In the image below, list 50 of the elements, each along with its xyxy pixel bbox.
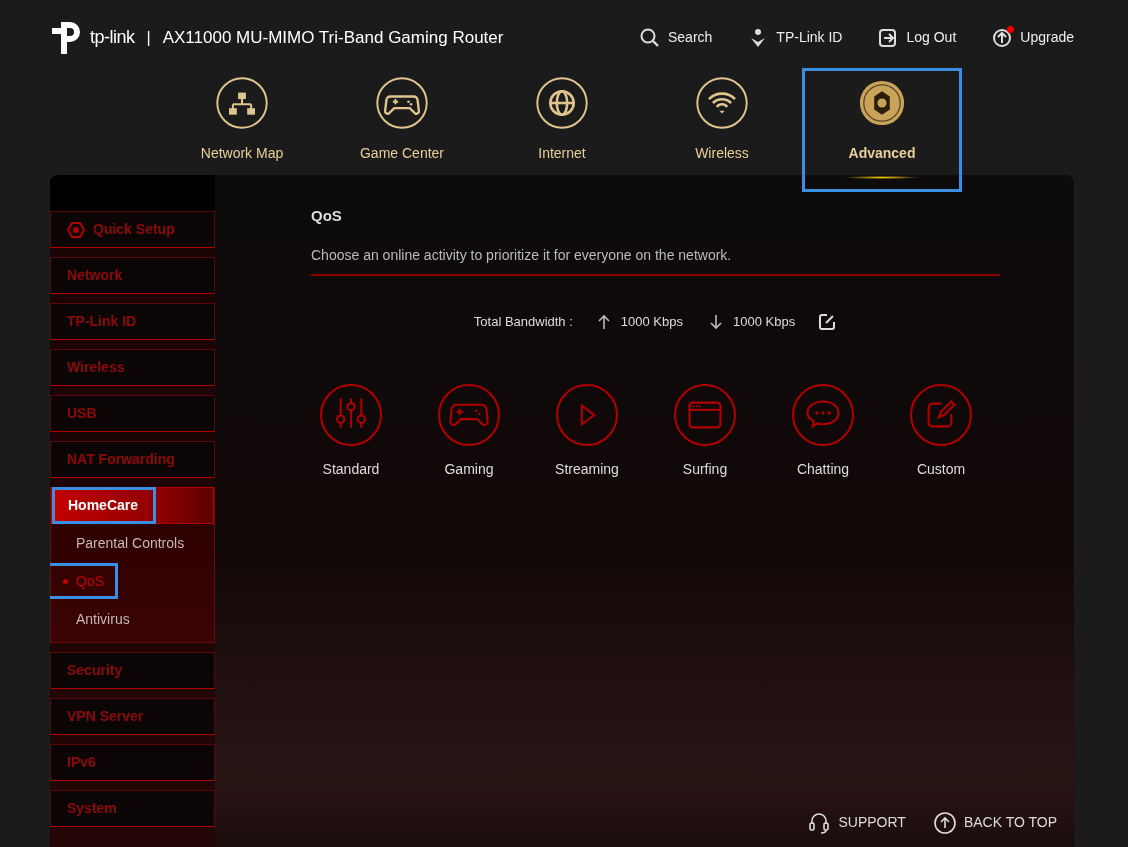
header-link[interactable]: Upgrade	[992, 27, 1074, 48]
download-value: 1000 Kbps	[733, 312, 796, 331]
nav-tab[interactable]: Game Center	[322, 68, 482, 192]
edit-bandwidth-button[interactable]	[817, 311, 838, 332]
hexagon-gear-icon	[67, 220, 85, 239]
upgrade-icon	[992, 27, 1013, 48]
footer-link[interactable]: SUPPORT	[808, 811, 906, 834]
up-circle-icon	[933, 811, 956, 834]
nav-tab[interactable]: Advanced	[802, 68, 962, 192]
edit-icon	[910, 383, 972, 446]
headset-icon	[808, 811, 831, 834]
header-link[interactable]: Search	[640, 27, 713, 48]
network-icon	[216, 77, 268, 129]
header-link[interactable]: TP-Link ID	[748, 27, 843, 48]
down-arrow-icon	[709, 313, 723, 330]
browser-window-icon	[674, 383, 736, 446]
sidebar-item[interactable]: HomeCare	[51, 487, 214, 524]
page-description: Choose an online activity to prioritize it for everyone on the network.	[311, 244, 1000, 276]
globe-icon	[536, 77, 588, 129]
bandwidth-label: Total Bandwidth :	[473, 312, 573, 331]
qos-mode-option[interactable]: Standard	[292, 383, 410, 480]
logo-text: tp-link	[90, 26, 135, 49]
submenu-item[interactable]: Parental Controls	[51, 524, 199, 562]
qos-mode-option[interactable]: Surfing	[646, 383, 764, 480]
page-title: QoS	[311, 206, 343, 226]
tab-underline	[846, 176, 918, 179]
sliders-icon	[320, 383, 382, 446]
edit-icon	[817, 311, 838, 332]
nav-tab[interactable]: Wireless	[642, 68, 802, 192]
play-icon	[556, 383, 618, 446]
logout-icon	[878, 27, 899, 48]
footer-link[interactable]: BACK TO TOP	[933, 811, 1057, 834]
qos-mode-option[interactable]: Custom	[882, 383, 1000, 480]
up-arrow-icon	[596, 313, 611, 330]
search-icon	[640, 27, 660, 48]
submenu-item[interactable]: Antivirus	[51, 600, 144, 638]
chat-bubble-icon	[792, 383, 854, 446]
router-title: AX11000 MU-MIMO Tri-Band Gaming Router	[162, 26, 504, 49]
qos-mode-option[interactable]: Streaming	[528, 383, 646, 480]
qos-mode-option[interactable]: Gaming	[410, 383, 528, 480]
qos-mode-option[interactable]: Chatting	[764, 383, 882, 480]
wifi-icon	[696, 77, 748, 129]
header-link[interactable]: Log Out	[878, 27, 957, 48]
nav-tab[interactable]: Internet	[482, 68, 642, 192]
bullet-dot	[63, 578, 68, 584]
gamepad-icon	[438, 383, 500, 446]
separator-text: |	[146, 27, 151, 48]
gamepad-icon	[376, 77, 428, 129]
nav-tab[interactable]: Network Map	[162, 68, 322, 192]
upload-value: 1000 Kbps	[620, 312, 683, 331]
